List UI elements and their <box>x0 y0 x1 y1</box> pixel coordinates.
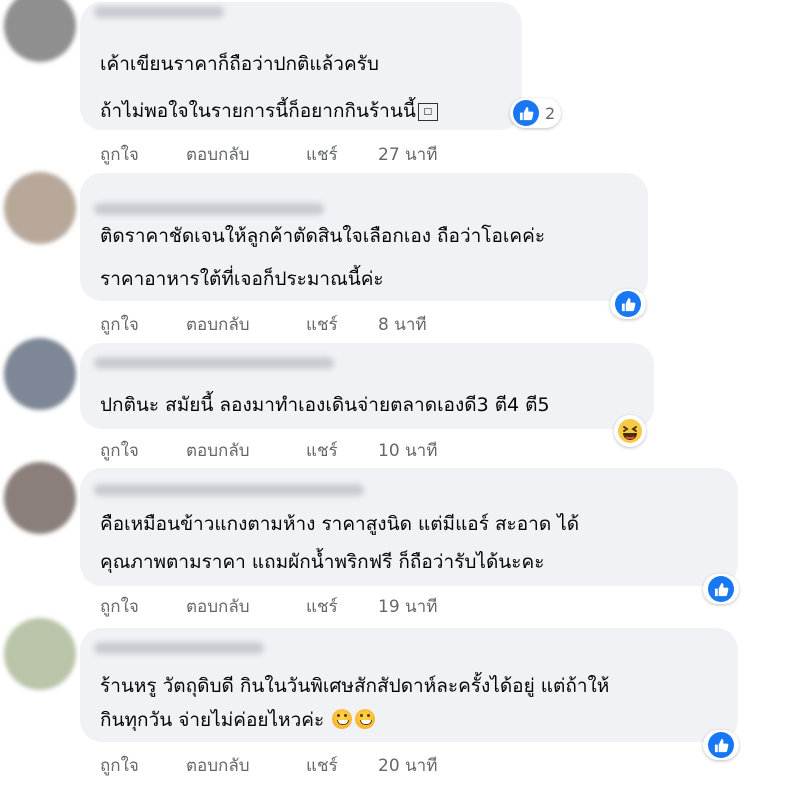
reply-link[interactable]: ตอบกลับ <box>186 593 306 620</box>
like-link[interactable]: ถูกใจ <box>100 311 186 338</box>
reaction-count[interactable] <box>703 574 739 604</box>
comment-bubble: คือเหมือนข้าวแกงตามห้าง ราคาสูงนิด แต่มี… <box>80 468 738 586</box>
comment-text-line: ร้านหรู วัตถุดิบดี กินในวันพิเศษสักสัปดา… <box>100 675 610 697</box>
emoji-icon: □ <box>417 102 438 121</box>
comment-text-line: คือเหมือนข้าวแกงตามห้าง ราคาสูงนิด แต่มี… <box>100 513 580 535</box>
reply-link[interactable]: ตอบกลับ <box>186 141 306 168</box>
comment-actions: ถูกใจ ตอบกลับ แชร์ 20 นาที <box>100 752 437 779</box>
thumbs-up-icon <box>513 100 539 126</box>
comment-bubble: เค้าเขียนราคาก็ถือว่าปกติแล้วครับ ถ้าไม่… <box>80 2 522 130</box>
share-link[interactable]: แชร์ <box>306 311 378 338</box>
comment-timestamp[interactable]: 8 นาที <box>378 311 427 338</box>
laughing-face-icon <box>618 419 642 443</box>
like-link[interactable]: ถูกใจ <box>100 593 186 620</box>
comment-actions: ถูกใจ ตอบกลับ แชร์ 27 นาที <box>100 141 437 168</box>
comment-timestamp[interactable]: 19 นาที <box>378 593 437 620</box>
comment-bubble: ติดราคาชัดเจนให้ลูกค้าตัดสินใจเลือกเอง ถ… <box>80 173 648 301</box>
like-link[interactable]: ถูกใจ <box>100 141 186 168</box>
comment-text-line: ติดราคาชัดเจนให้ลูกค้าตัดสินใจเลือกเอง ถ… <box>100 225 546 247</box>
reaction-count[interactable] <box>703 730 739 760</box>
reply-link[interactable]: ตอบกลับ <box>186 311 306 338</box>
commenter-avatar[interactable] <box>4 0 76 62</box>
reply-link[interactable]: ตอบกลับ <box>186 437 306 464</box>
haha-reaction[interactable] <box>614 415 646 447</box>
like-link[interactable]: ถูกใจ <box>100 752 186 779</box>
grinning-sweat-emoji-icon <box>332 709 353 729</box>
comment-text-line: กินทุกวัน จ่ายไม่ค่อยไหวค่ะ <box>100 708 376 732</box>
commenter-name[interactable] <box>94 203 324 215</box>
commenter-name[interactable] <box>94 6 224 18</box>
reaction-count[interactable]: 2 <box>510 98 562 128</box>
share-link[interactable]: แชร์ <box>306 593 378 620</box>
comment-text-line: ปกตินะ สมัยนี้ ลองมาทำเองเดินจ่ายตลาดเอง… <box>100 394 550 416</box>
share-link[interactable]: แชร์ <box>306 752 378 779</box>
comment-bubble: ร้านหรู วัตถุดิบดี กินในวันพิเศษสักสัปดา… <box>80 628 738 742</box>
like-link[interactable]: ถูกใจ <box>100 437 186 464</box>
share-link[interactable]: แชร์ <box>306 437 378 464</box>
comment-actions: ถูกใจ ตอบกลับ แชร์ 10 นาที <box>100 437 437 464</box>
commenter-avatar[interactable] <box>4 172 76 244</box>
commenter-avatar[interactable] <box>4 462 76 534</box>
comment-timestamp[interactable]: 10 นาที <box>378 437 437 464</box>
grinning-sweat-emoji-icon <box>355 709 376 729</box>
thumbs-up-icon <box>708 732 734 758</box>
commenter-name[interactable] <box>94 484 364 496</box>
reaction-count[interactable] <box>610 289 646 319</box>
commenter-name[interactable] <box>94 357 334 369</box>
thumbs-up-icon <box>615 291 641 317</box>
comment-text-line: ถ้าไม่พอใจในรายการนี้ก็อยากกินร้านนี้ □ <box>100 99 438 123</box>
commenter-avatar[interactable] <box>4 338 76 410</box>
comment-text-line: ราคาอาหารใต้ที่เจอก็ประมาณนี้ค่ะ <box>100 268 384 290</box>
reply-link[interactable]: ตอบกลับ <box>186 752 306 779</box>
share-link[interactable]: แชร์ <box>306 141 378 168</box>
comment-text-line: คุณภาพตามราคา แถมผักน้ำพริกฟรี ก็ถือว่าร… <box>100 551 545 573</box>
comment-actions: ถูกใจ ตอบกลับ แชร์ 8 นาที <box>100 311 427 338</box>
comment-bubble: ปกตินะ สมัยนี้ ลองมาทำเองเดินจ่ายตลาดเอง… <box>80 343 654 429</box>
like-count: 2 <box>545 103 556 123</box>
commenter-name[interactable] <box>94 642 264 654</box>
commenter-avatar[interactable] <box>4 618 76 690</box>
comment-timestamp[interactable]: 27 นาที <box>378 141 437 168</box>
comment-actions: ถูกใจ ตอบกลับ แชร์ 19 นาที <box>100 593 437 620</box>
comment-text-line: เค้าเขียนราคาก็ถือว่าปกติแล้วครับ <box>100 53 379 75</box>
thumbs-up-icon <box>708 576 734 602</box>
comment-timestamp[interactable]: 20 นาที <box>378 752 437 779</box>
